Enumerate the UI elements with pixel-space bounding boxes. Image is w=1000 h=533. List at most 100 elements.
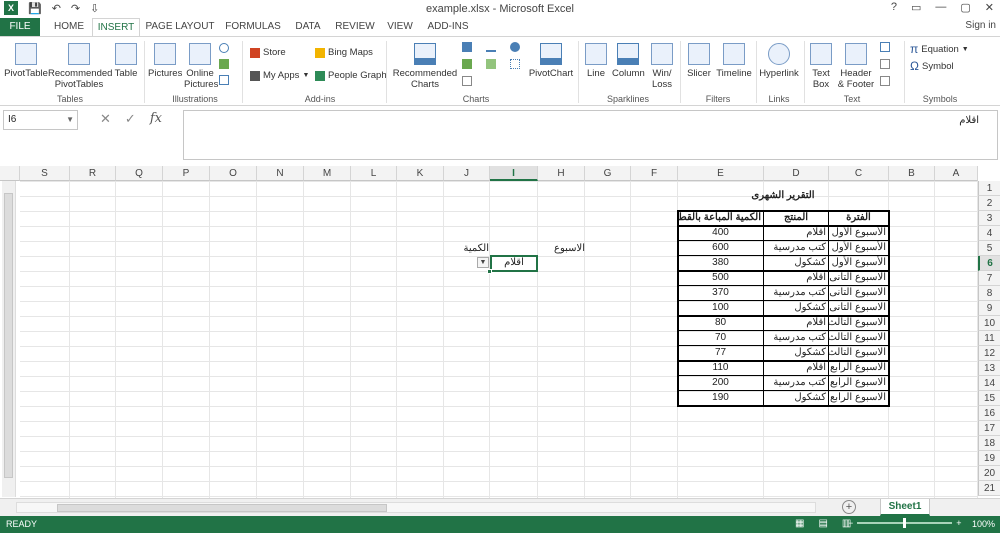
cell-product[interactable]: كتب مدرسية xyxy=(764,286,829,301)
table-button[interactable]: Table xyxy=(112,43,140,79)
row-header-16[interactable]: 16 xyxy=(978,406,1000,421)
column-header-e[interactable]: E xyxy=(678,166,764,181)
tab-insert[interactable]: INSERT xyxy=(92,18,140,37)
recommended-charts-button[interactable]: Recommended Charts xyxy=(390,43,460,90)
store-button[interactable]: Store xyxy=(250,47,286,58)
pivottable-button[interactable]: PivotTable xyxy=(4,43,48,79)
select-all-corner[interactable] xyxy=(0,166,20,181)
equation-button[interactable]: π Equation ▼ xyxy=(910,42,969,56)
other-charts-button[interactable] xyxy=(462,76,472,86)
row-header-9[interactable]: 9 xyxy=(978,301,1000,316)
cell-product[interactable]: اقلام xyxy=(764,316,829,331)
signature-line-button[interactable] xyxy=(880,59,890,69)
bar-chart-button[interactable] xyxy=(462,59,472,69)
row-header-7[interactable]: 7 xyxy=(978,271,1000,286)
row-header-6[interactable]: 6 xyxy=(978,256,1000,271)
column-header-s[interactable]: S xyxy=(20,166,70,181)
zoom-in-button[interactable]: + xyxy=(956,518,961,528)
scatter-chart-button[interactable] xyxy=(510,59,520,69)
tab-page-layout[interactable]: PAGE LAYOUT xyxy=(144,18,216,36)
row-header-15[interactable]: 15 xyxy=(978,391,1000,406)
screenshot-button[interactable] xyxy=(219,75,229,85)
tab-home[interactable]: HOME xyxy=(48,18,90,36)
wordart-button[interactable] xyxy=(880,42,890,52)
row-header-17[interactable]: 17 xyxy=(978,421,1000,436)
column-header-k[interactable]: K xyxy=(397,166,444,181)
enter-icon[interactable]: ✓ xyxy=(125,111,136,127)
validation-dropdown-icon[interactable]: ▼ xyxy=(477,257,489,268)
bing-maps-button[interactable]: Bing Maps xyxy=(315,47,373,58)
tab-data[interactable]: DATA xyxy=(290,18,326,36)
vertical-scrollbar[interactable] xyxy=(2,181,16,497)
cell-period[interactable]: الاسبوع التالث xyxy=(829,316,889,331)
online-pictures-button[interactable]: Online Pictures xyxy=(184,43,218,90)
cell-product[interactable]: اقلام xyxy=(764,361,829,376)
pie-chart-button[interactable] xyxy=(510,42,520,52)
column-header-g[interactable]: G xyxy=(585,166,631,181)
header-product[interactable]: المنتج xyxy=(764,211,829,226)
restore-button[interactable]: ▢ xyxy=(960,1,970,14)
sparkline-column-button[interactable]: Column xyxy=(612,43,645,79)
cell-period[interactable]: الأسبوع الأول xyxy=(829,241,889,256)
row-header-14[interactable]: 14 xyxy=(978,376,1000,391)
cell-quantity[interactable]: 400 xyxy=(678,226,764,241)
zoom-slider[interactable] xyxy=(857,518,953,528)
cell-period[interactable]: الاسبوع التانى xyxy=(829,271,889,286)
cell-quantity[interactable]: 77 xyxy=(678,346,764,361)
symbol-button[interactable]: Ω Symbol xyxy=(910,59,954,73)
sparkline-line-button[interactable]: Line xyxy=(582,43,610,79)
insert-function-icon[interactable]: fx xyxy=(150,111,162,127)
sign-in-link[interactable]: Sign in xyxy=(965,20,996,31)
cell-product[interactable]: كشكول xyxy=(764,346,829,361)
row-header-11[interactable]: 11 xyxy=(978,331,1000,346)
tab-formulas[interactable]: FORMULAS xyxy=(222,18,284,36)
column-header-m[interactable]: M xyxy=(304,166,351,181)
column-header-q[interactable]: Q xyxy=(116,166,163,181)
column-header-n[interactable]: N xyxy=(257,166,304,181)
column-chart-button[interactable] xyxy=(462,42,472,52)
object-button[interactable] xyxy=(880,76,890,86)
fill-handle[interactable] xyxy=(487,269,492,274)
cell-quantity[interactable]: 80 xyxy=(678,316,764,331)
row-header-1[interactable]: 1 xyxy=(978,181,1000,196)
column-header-d[interactable]: D xyxy=(764,166,829,181)
ribbon-display-button[interactable]: ▭ xyxy=(911,1,921,14)
pictures-button[interactable]: Pictures xyxy=(148,43,182,79)
area-chart-button[interactable] xyxy=(486,59,496,69)
zoom-slider-knob[interactable] xyxy=(903,518,907,528)
cell-quantity[interactable]: 380 xyxy=(678,256,764,271)
row-header-3[interactable]: 3 xyxy=(978,211,1000,226)
hyperlink-button[interactable]: Hyperlink xyxy=(758,43,800,79)
column-header-r[interactable]: R xyxy=(70,166,116,181)
cell-product[interactable]: اقلام xyxy=(764,226,829,241)
column-header-l[interactable]: L xyxy=(351,166,397,181)
cell-product[interactable]: كتب مدرسية xyxy=(764,376,829,391)
formula-input[interactable]: اقلام xyxy=(183,110,998,160)
row-header-10[interactable]: 10 xyxy=(978,316,1000,331)
header-footer-button[interactable]: Header & Footer xyxy=(836,43,876,90)
cell-quantity[interactable]: 370 xyxy=(678,286,764,301)
row-header-4[interactable]: 4 xyxy=(978,226,1000,241)
header-quantity[interactable]: الكمية المباعة بالقطعة xyxy=(678,211,764,226)
row-header-21[interactable]: 21 xyxy=(978,481,1000,496)
column-header-p[interactable]: P xyxy=(163,166,210,181)
tab-add-ins[interactable]: ADD-INS xyxy=(424,18,472,36)
cell-quantity[interactable]: 100 xyxy=(678,301,764,316)
tab-view[interactable]: VIEW xyxy=(382,18,418,36)
row-header-13[interactable]: 13 xyxy=(978,361,1000,376)
slicer-button[interactable]: Slicer xyxy=(684,43,714,79)
column-header-i[interactable]: I xyxy=(490,166,538,181)
row-header-12[interactable]: 12 xyxy=(978,346,1000,361)
tab-review[interactable]: REVIEW xyxy=(334,18,376,36)
cancel-icon[interactable]: ✕ xyxy=(100,111,111,127)
help-button[interactable]: ? xyxy=(891,1,897,14)
cell-quantity[interactable]: 190 xyxy=(678,391,764,406)
page-layout-view-icon[interactable]: ▤ xyxy=(818,518,827,529)
row-header-5[interactable]: 5 xyxy=(978,241,1000,256)
row-header-2[interactable]: 2 xyxy=(978,196,1000,211)
cell-period[interactable]: الاسبوع الرابع xyxy=(829,361,889,376)
horizontal-scrollbar[interactable] xyxy=(16,502,816,513)
cell-quantity[interactable]: 200 xyxy=(678,376,764,391)
cell-period[interactable]: الأسبوع الأول xyxy=(829,226,889,241)
cell-product[interactable]: كشكول xyxy=(764,301,829,316)
